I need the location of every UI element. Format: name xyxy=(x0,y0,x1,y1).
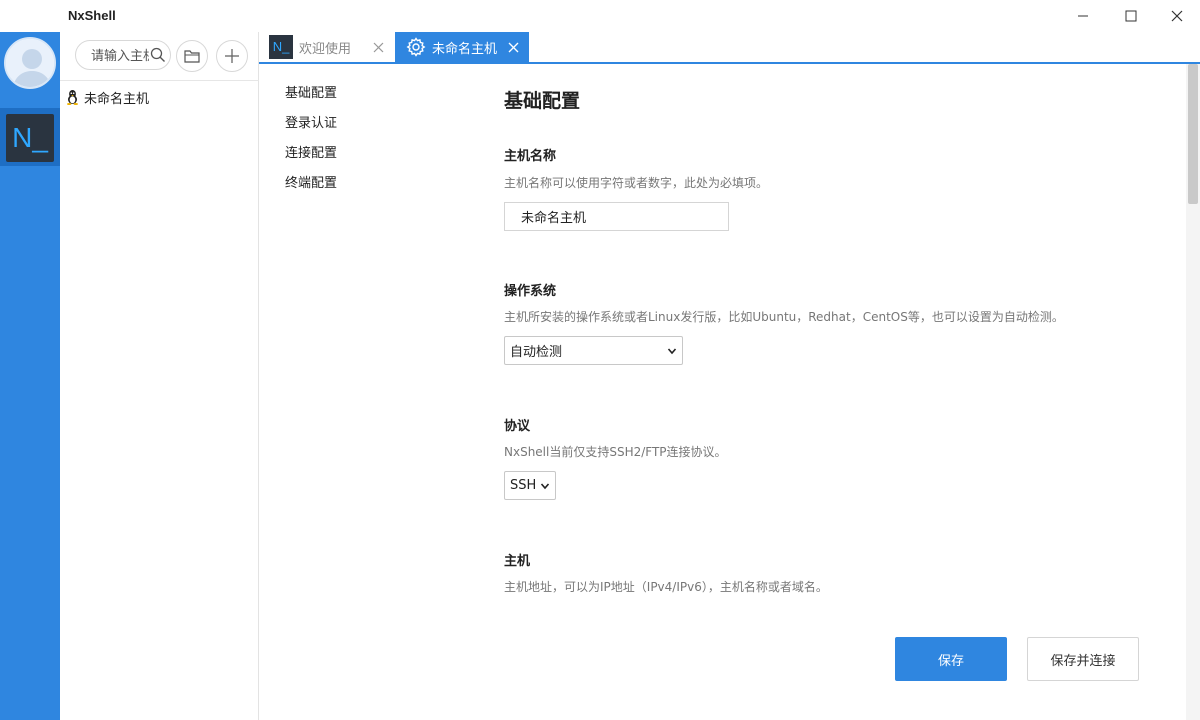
window-title: NxShell xyxy=(68,8,116,23)
os-title: 操作系统 xyxy=(504,280,556,299)
minimize-button[interactable] xyxy=(1060,0,1106,32)
left-nav-bar: N_ xyxy=(0,0,60,720)
close-tab-icon[interactable] xyxy=(508,42,519,53)
title-bar: NxShell xyxy=(0,0,1200,32)
tab-host-label: 未命名主机 xyxy=(432,38,497,57)
save-connect-button[interactable]: 保存并连接 xyxy=(1027,637,1139,681)
host-list-item-label: 未命名主机 xyxy=(84,88,149,107)
linux-penguin-icon xyxy=(66,89,79,105)
chevron-down-icon xyxy=(667,346,677,356)
close-icon xyxy=(1171,10,1183,22)
search-box xyxy=(75,40,171,70)
settings-nav-basic[interactable]: 基础配置 xyxy=(285,86,337,116)
settings-nav-connection[interactable]: 连接配置 xyxy=(285,146,337,176)
search-icon[interactable] xyxy=(150,47,166,67)
os-select-value: 自动检测 xyxy=(510,341,562,360)
protocol-desc: NxShell当前仅支持SSH2/FTP连接协议。 xyxy=(504,443,727,460)
page-title: 基础配置 xyxy=(504,86,580,113)
tab-bar: N_ 欢迎使用 未命名主机 xyxy=(259,32,1200,64)
host-panel: 未命名主机 xyxy=(60,32,259,720)
nxshell-logo: N_ xyxy=(269,35,293,59)
protocol-select-value: SSH xyxy=(510,478,536,493)
scrollbar-thumb[interactable] xyxy=(1188,64,1198,204)
tab-host-settings[interactable]: 未命名主机 xyxy=(395,32,529,62)
protocol-title: 协议 xyxy=(504,415,530,434)
add-host-button[interactable] xyxy=(216,40,248,72)
open-folder-button[interactable] xyxy=(176,40,208,72)
hostname-desc: 主机名称可以使用字符或者数字，此处为必填项。 xyxy=(504,174,768,191)
divider xyxy=(60,80,259,81)
maximize-icon xyxy=(1125,10,1137,22)
nav-item-terminal[interactable]: N_ xyxy=(0,108,60,166)
maximize-button[interactable] xyxy=(1108,0,1154,32)
hostname-title: 主机名称 xyxy=(504,145,556,164)
hostname-field[interactable] xyxy=(504,202,729,231)
folder-icon xyxy=(184,49,200,63)
host-title: 主机 xyxy=(504,550,530,569)
minimize-icon xyxy=(1077,10,1089,22)
close-tab-icon[interactable] xyxy=(373,42,384,53)
tab-welcome[interactable]: N_ 欢迎使用 xyxy=(267,32,394,62)
os-desc: 主机所安装的操作系统或者Linux发行版，比如Ubuntu，Redhat，Cen… xyxy=(504,308,1064,325)
save-button[interactable]: 保存 xyxy=(895,637,1007,681)
settings-nav-terminal[interactable]: 终端配置 xyxy=(285,176,337,206)
os-select[interactable]: 自动检测 xyxy=(504,336,683,365)
host-desc: 主机地址，可以为IP地址（IPv4/IPv6），主机名称或者域名。 xyxy=(504,578,828,595)
plus-icon xyxy=(224,48,240,64)
nxshell-logo: N_ xyxy=(6,114,54,162)
settings-nav-auth[interactable]: 登录认证 xyxy=(285,116,337,146)
scrollbar[interactable] xyxy=(1186,64,1200,720)
search-input[interactable] xyxy=(91,47,149,65)
host-list-item[interactable]: 未命名主机 xyxy=(66,87,149,107)
user-avatar-icon[interactable] xyxy=(4,37,56,89)
tab-welcome-label: 欢迎使用 xyxy=(299,38,351,57)
protocol-select[interactable]: SSH xyxy=(504,471,556,500)
settings-nav: 基础配置 登录认证 连接配置 终端配置 xyxy=(285,86,337,206)
close-window-button[interactable] xyxy=(1154,0,1200,32)
gear-icon xyxy=(406,37,426,57)
chevron-down-icon xyxy=(540,481,550,491)
